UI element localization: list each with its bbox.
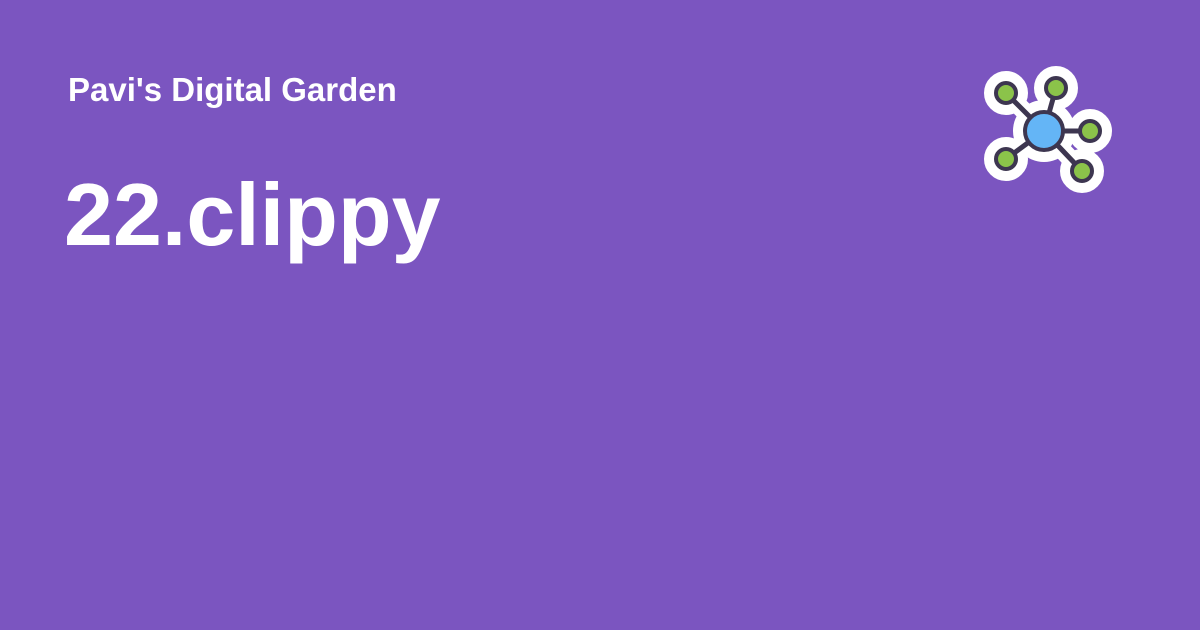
graph-node-bottom-left [994,147,1018,171]
graph-node-top-left [994,81,1018,105]
graph-node-top [1044,76,1068,100]
page-title: 22.clippy [64,165,441,264]
graph-node-right [1078,119,1102,143]
network-graph-icon [980,66,1116,196]
graph-node-bottom-right [1070,159,1094,183]
site-title: Pavi's Digital Garden [68,71,397,108]
graph-node-center [1023,110,1065,152]
